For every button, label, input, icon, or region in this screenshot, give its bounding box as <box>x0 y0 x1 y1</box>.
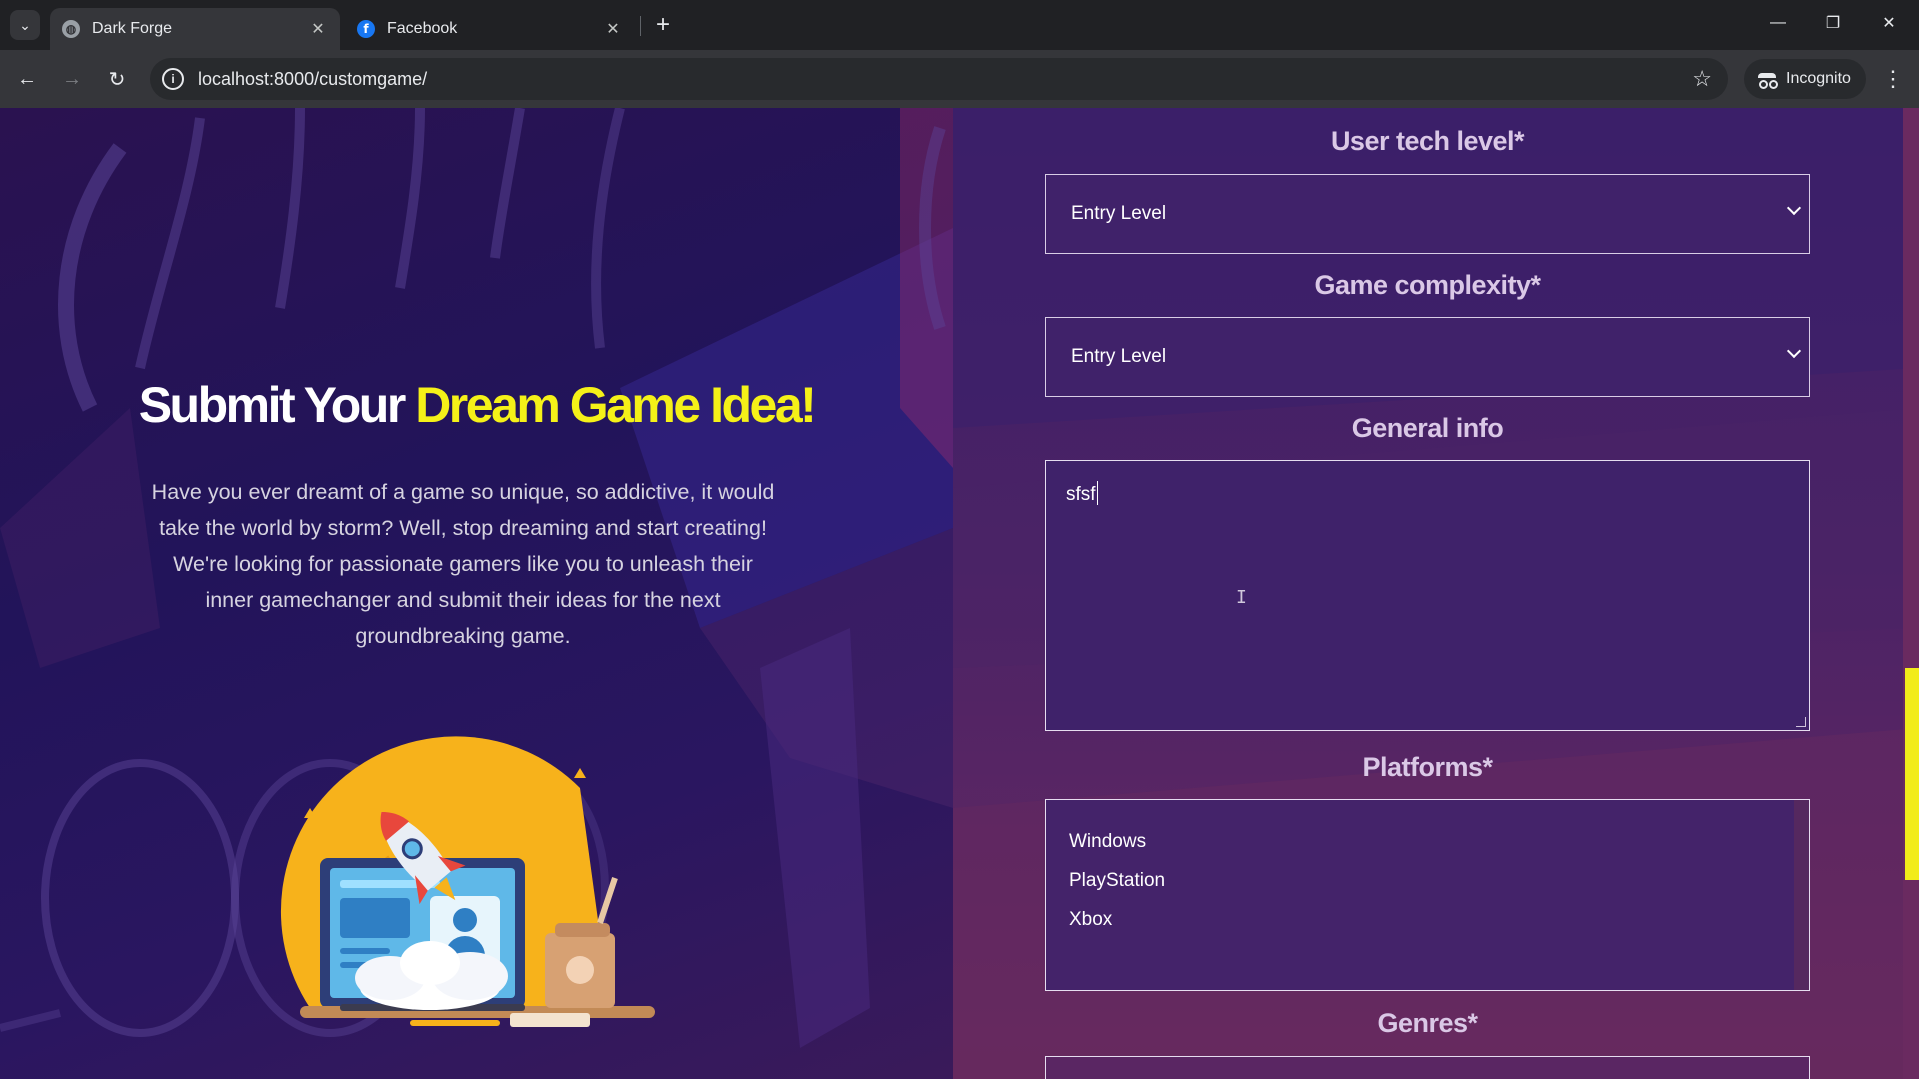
page-viewport: Submit Your Dream Game Idea! Have you ev… <box>0 108 1919 1079</box>
arrow-right-icon: → <box>62 67 82 90</box>
minimize-icon: — <box>1770 14 1786 31</box>
page-scrollbar[interactable] <box>1903 108 1919 1079</box>
text-cursor-icon: I <box>1236 587 1247 608</box>
text-caret <box>1096 481 1099 505</box>
hero-title-plain: Submit Your <box>138 377 407 433</box>
hero-panel: Submit Your Dream Game Idea! Have you ev… <box>0 108 953 1079</box>
site-info-icon[interactable]: i <box>162 68 184 90</box>
facebook-icon: f <box>357 20 375 38</box>
platform-option[interactable]: Xbox <box>1046 900 1809 939</box>
chevron-down-icon: ⌄ <box>19 16 31 33</box>
platforms-label: Platforms* <box>1362 752 1493 782</box>
tech-level-select[interactable]: Entry Level <box>1045 174 1810 254</box>
listbox-scrollbar[interactable] <box>1794 800 1809 990</box>
reload-icon: ↻ <box>108 68 126 91</box>
scrollbar-thumb[interactable] <box>1905 668 1919 880</box>
complexity-value: Entry Level <box>1071 346 1167 367</box>
chevron-down-icon <box>1786 200 1802 216</box>
tab-title: Dark Forge <box>92 20 173 37</box>
tab-title: Facebook <box>387 20 458 37</box>
chevron-down-icon <box>1786 343 1802 359</box>
forward-button[interactable]: → <box>55 62 89 96</box>
platforms-listbox[interactable]: Windows PlayStation Xbox <box>1045 799 1810 991</box>
tab-facebook[interactable]: f Facebook ✕ <box>345 8 635 50</box>
incognito-label: Incognito <box>1786 70 1851 87</box>
browser-toolbar: ← → ↻ i localhost:8000/customgame/ ☆ Inc… <box>0 50 1919 108</box>
incognito-indicator[interactable]: Incognito <box>1744 59 1866 99</box>
bookmark-star-icon[interactable]: ☆ <box>1692 66 1712 92</box>
general-info-label: General info <box>1351 413 1504 443</box>
globe-icon: ◍ <box>62 20 80 38</box>
restore-button[interactable]: ❐ <box>1810 8 1856 38</box>
browser-menu-button[interactable]: ⋮ <box>1878 62 1908 96</box>
rocket-laptop-illustration <box>280 736 655 1027</box>
tab-dark-forge[interactable]: ◍ Dark Forge ✕ <box>50 8 340 50</box>
complexity-select[interactable]: Entry Level <box>1045 317 1810 397</box>
general-info-value: sfsf <box>1066 484 1096 505</box>
general-info-textarea[interactable]: sfsf <box>1045 460 1810 731</box>
reload-button[interactable]: ↻ <box>100 62 134 96</box>
url-text: localhost:8000/customgame/ <box>198 68 428 89</box>
plus-icon: + <box>655 11 670 38</box>
tech-level-label: User tech level* <box>1330 126 1525 156</box>
tech-level-value: Entry Level <box>1071 203 1167 224</box>
genres-label: Genres* <box>1377 1008 1478 1038</box>
close-window-button[interactable]: ✕ <box>1866 8 1912 38</box>
incognito-icon <box>1758 73 1776 89</box>
hero-title-accent: Dream Game Idea! <box>415 377 817 433</box>
close-icon: ✕ <box>1882 15 1896 32</box>
kebab-menu-icon: ⋮ <box>1882 66 1904 91</box>
tab-strip: ⌄ ◍ Dark Forge ✕ f Facebook ✕ + — ❐ ✕ <box>0 0 1919 50</box>
hero-title: Submit Your Dream Game Idea! <box>0 376 953 434</box>
close-icon[interactable]: ✕ <box>308 19 328 39</box>
arrow-left-icon: ← <box>17 67 37 90</box>
hero-description: Have you ever dreamt of a game so unique… <box>151 480 775 648</box>
minimize-button[interactable]: — <box>1755 8 1801 38</box>
close-icon[interactable]: ✕ <box>603 19 623 39</box>
address-bar[interactable]: i localhost:8000/customgame/ ☆ <box>150 58 1728 100</box>
back-button[interactable]: ← <box>10 62 44 96</box>
tab-separator <box>640 16 641 36</box>
genres-listbox[interactable] <box>1045 1056 1810 1079</box>
resize-handle[interactable] <box>1796 717 1806 727</box>
complexity-label: Game complexity* <box>1314 270 1541 300</box>
platform-option[interactable]: PlayStation <box>1046 861 1809 900</box>
restore-icon: ❐ <box>1825 15 1841 32</box>
platform-option[interactable]: Windows <box>1046 822 1809 861</box>
new-tab-button[interactable]: + <box>648 10 678 40</box>
tab-search-button[interactable]: ⌄ <box>10 10 40 40</box>
